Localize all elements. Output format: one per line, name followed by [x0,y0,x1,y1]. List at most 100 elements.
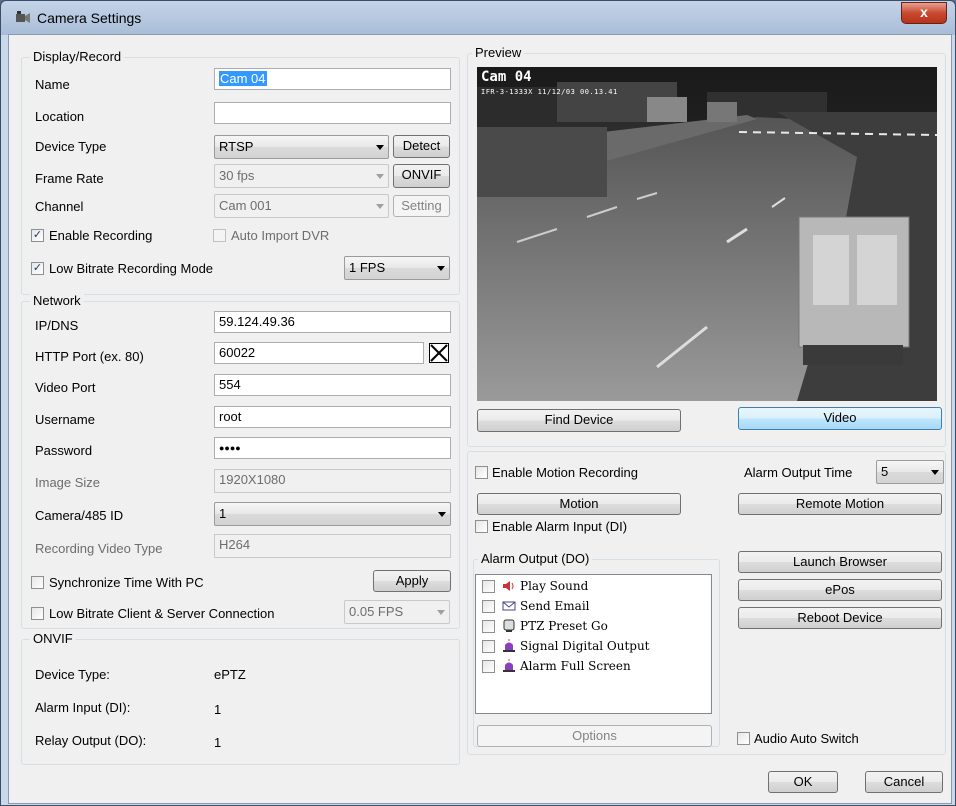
chevron-down-icon [437,266,445,271]
low-bitrate-select[interactable]: 1 FPS [344,256,450,280]
enable-recording-label: Enable Recording [49,228,153,243]
onvif-alarm-input-value: 1 [214,702,222,717]
sync-time-checkbox[interactable] [31,576,44,589]
username-input[interactable]: root [214,406,451,428]
low-bitrate-conn-select[interactable]: 0.05 FPS [344,600,450,624]
ip-label: IP/DNS [35,318,79,333]
alarm-output-legend: Alarm Output (DO) [478,551,593,566]
chevron-down-icon [438,512,446,517]
onvif-relay-output-label: Relay Output (DO): [35,733,147,748]
location-label: Location [35,109,85,124]
low-bitrate-label: Low Bitrate Recording Mode [49,261,214,276]
camera-app-icon [16,11,30,23]
apply-button[interactable]: Apply [373,570,451,592]
recording-type-label: Recording Video Type [35,541,163,556]
device-type-label: Device Type [35,139,107,154]
sync-time-label: Synchronize Time With PC [49,575,204,590]
alarm-output-list[interactable]: Play Sound Send Email PTZ Preset Go Sign… [475,574,712,714]
onvif-device-type-value: ePTZ [214,667,246,682]
enable-alarm-input-checkbox[interactable] [475,520,488,533]
frame-rate-select[interactable]: 30 fps [214,164,389,188]
camera-id-label: Camera/485 ID [35,508,124,523]
enable-motion-checkbox[interactable] [475,466,488,479]
send-email-label: Send Email [520,599,590,613]
onvif-button[interactable]: ONVIF [393,164,450,188]
enable-alarm-input-label: Enable Alarm Input (DI) [492,519,628,534]
audio-auto-switch-label: Audio Auto Switch [754,731,859,746]
low-bitrate-checkbox[interactable]: ✓ [31,262,44,275]
username-label: Username [35,412,95,427]
channel-select[interactable]: Cam 001 [214,194,389,218]
chevron-down-icon [931,470,939,475]
onvif-legend: ONVIF [30,631,76,646]
password-input[interactable]: ●●●● [214,437,451,459]
image-size-input: 1920X1080 [214,469,451,493]
camera-video-frame [477,67,937,401]
launch-browser-button[interactable]: Launch Browser [738,551,942,573]
enable-motion-label: Enable Motion Recording [492,465,638,480]
ptz-camera-icon [503,619,515,632]
setting-button[interactable]: Setting [393,195,450,217]
enable-recording-checkbox[interactable]: ✓ [31,229,44,242]
http-port-input[interactable]: 60022 [214,342,424,364]
signal-digital-checkbox[interactable] [482,640,495,653]
auto-import-checkbox[interactable] [213,229,226,242]
alarm-output-time-select[interactable]: 5 [876,460,944,484]
alarm-full-screen-checkbox[interactable] [482,660,495,673]
motion-button[interactable]: Motion [477,493,681,515]
password-label: Password [35,443,93,458]
speaker-icon [503,581,514,591]
close-button[interactable]: x [901,2,947,24]
chevron-down-icon [376,204,384,209]
device-type-select[interactable]: RTSP [214,135,389,159]
clear-x-icon[interactable] [429,343,449,363]
low-bitrate-conn-label: Low Bitrate Client & Server Connection [49,606,275,621]
camera-preview[interactable]: Cam 04 IFR-3-1333X 11/12/03 00.13.41 [477,67,937,401]
image-size-label: Image Size [35,475,101,490]
name-input[interactable]: Cam 04 [214,68,451,90]
video-port-label: Video Port [35,380,96,395]
remote-motion-button[interactable]: Remote Motion [738,493,942,515]
location-input[interactable] [214,102,451,124]
ok-button[interactable]: OK [768,771,838,793]
send-email-checkbox[interactable] [482,600,495,613]
display-record-legend: Display/Record [30,49,125,64]
audio-auto-switch-checkbox[interactable] [737,732,750,745]
chevron-down-icon [376,145,384,150]
onvif-alarm-input-label: Alarm Input (DI): [35,700,131,715]
find-device-button[interactable]: Find Device [477,409,681,432]
dialog-body: Display/Record Name Cam 04 Location Devi… [8,34,952,804]
onvif-relay-output-value: 1 [214,735,222,750]
epos-button[interactable]: ePos [738,579,942,601]
ptz-preset-checkbox[interactable] [482,620,495,633]
options-button[interactable]: Options [477,725,712,747]
alarm-full-screen-label: Alarm Full Screen [520,659,631,673]
name-label: Name [35,77,70,92]
play-sound-checkbox[interactable] [482,580,495,593]
title-bar[interactable]: Camera Settings x [1,1,955,35]
envelope-icon [502,601,516,611]
chevron-down-icon [376,174,384,179]
network-legend: Network [30,293,84,308]
channel-label: Channel [35,199,84,214]
camera-settings-window: Camera Settings x Display/Record Name Ca… [0,0,956,806]
preview-legend: Preview [472,45,525,60]
window-title: Camera Settings [37,10,142,26]
camera-id-select[interactable]: 1 [214,502,451,526]
ip-input[interactable]: 59.124.49.36 [214,311,451,333]
alarm-output-time-label: Alarm Output Time [744,465,853,480]
video-port-input[interactable]: 554 [214,374,451,396]
onvif-device-type-label: Device Type: [35,667,110,682]
chevron-down-icon [437,610,445,615]
cancel-button[interactable]: Cancel [865,771,943,793]
play-sound-label: Play Sound [520,579,589,593]
reboot-device-button[interactable]: Reboot Device [738,607,942,629]
video-button[interactable]: Video [738,407,942,430]
signal-digital-label: Signal Digital Output [520,639,650,653]
http-port-label: HTTP Port (ex. 80) [35,349,144,364]
recording-type-input: H264 [214,534,451,558]
low-bitrate-conn-checkbox[interactable] [31,607,44,620]
preview-camera-name: Cam 04 [481,69,532,85]
detect-button[interactable]: Detect [393,135,450,158]
ptz-preset-label: PTZ Preset Go [520,619,608,633]
